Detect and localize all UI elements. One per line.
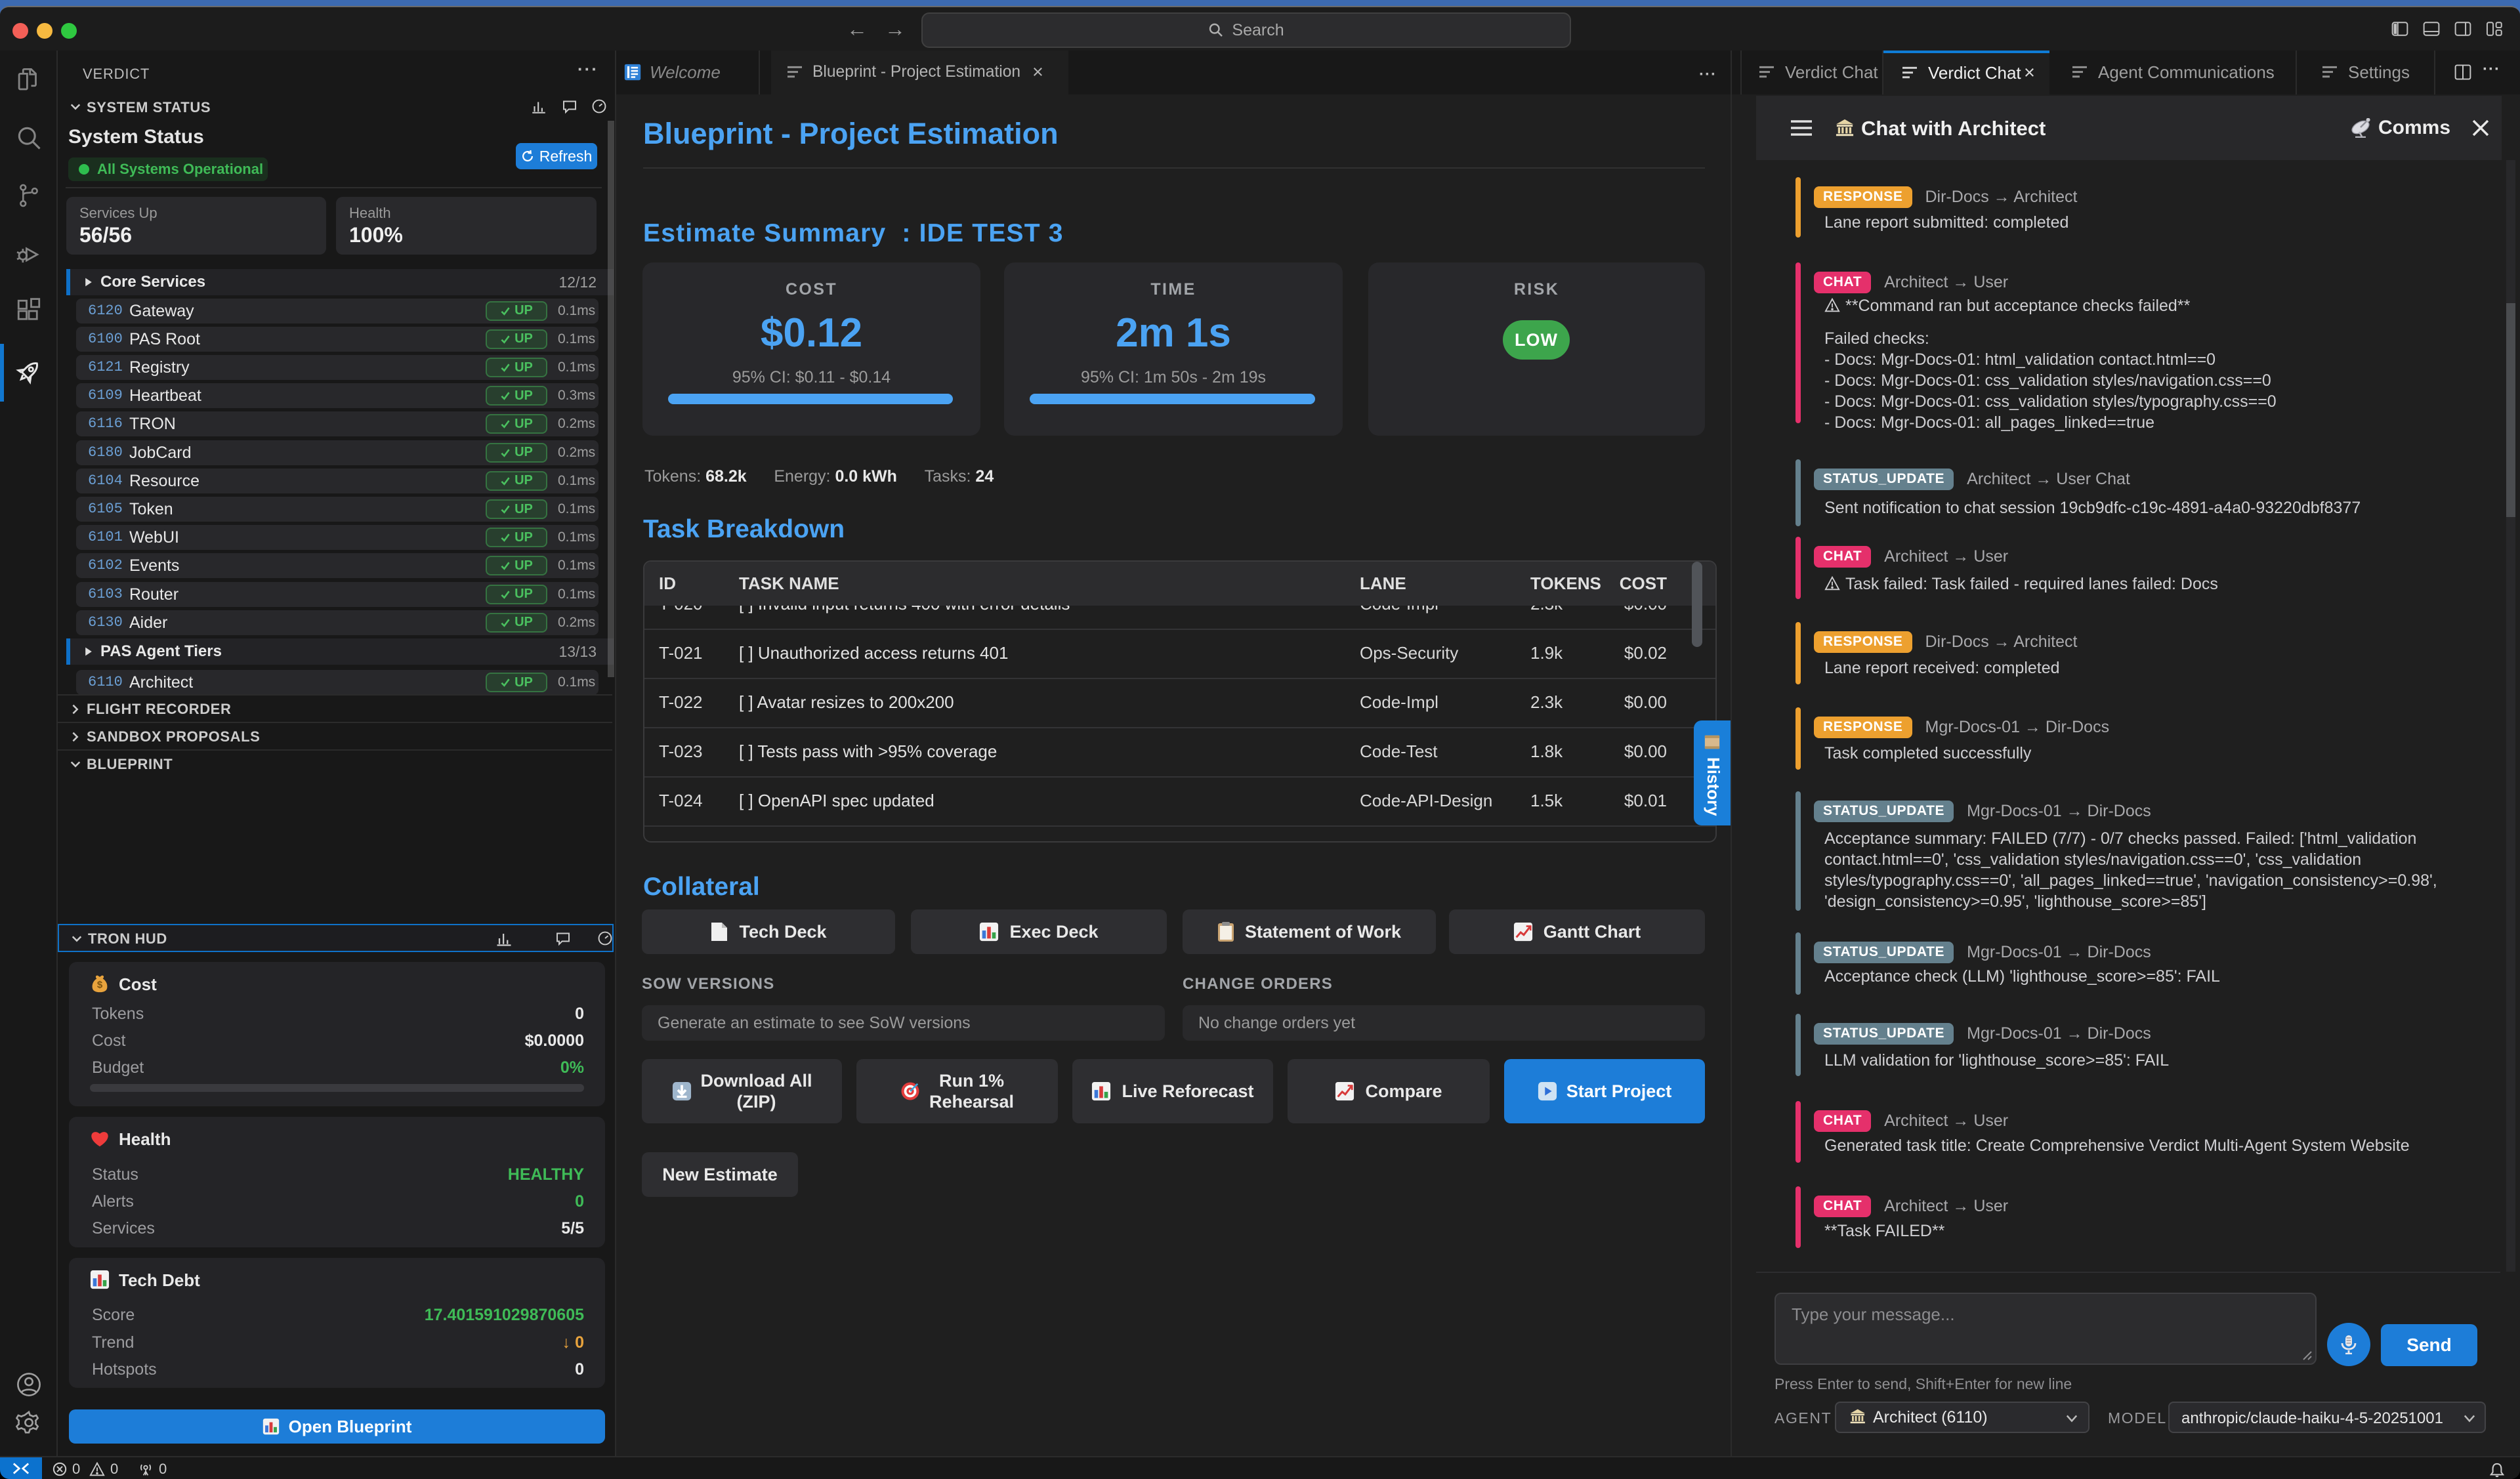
svg-text:$: $ bbox=[97, 980, 103, 991]
